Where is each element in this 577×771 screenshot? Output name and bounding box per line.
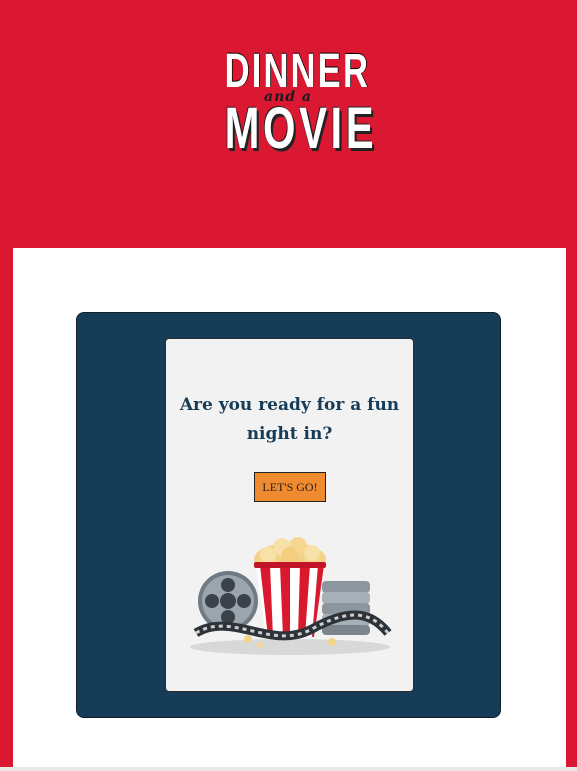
logo-word-dinner: DINNER (224, 45, 371, 98)
intro-card: Are you ready for a fun night in? LET'S … (165, 338, 414, 692)
intro-question: Are you ready for a fun night in? (179, 395, 400, 444)
lets-go-button[interactable]: LET'S GO! (254, 472, 326, 502)
logo-word-movie: MOVIE (224, 96, 378, 161)
dinner-and-a-movie-logo[interactable]: DINNER and a MOVIE (200, 38, 376, 168)
popcorn-film-reel-icon (190, 537, 392, 655)
bottom-divider (0, 767, 577, 771)
site-header: DINNER and a MOVIE (0, 0, 577, 223)
